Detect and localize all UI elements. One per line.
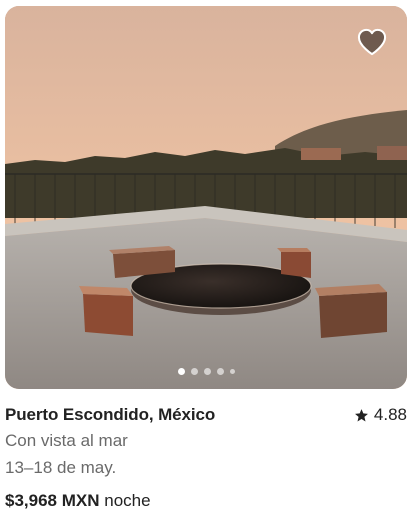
listing-photo[interactable] bbox=[5, 6, 407, 389]
listing-price-row: $3,968 MXN noche bbox=[5, 491, 151, 511]
carousel-dot[interactable] bbox=[216, 368, 224, 375]
star-icon bbox=[354, 408, 368, 421]
carousel-indicator bbox=[5, 368, 407, 375]
listing-header: Puerto Escondido, México 4.88 bbox=[5, 404, 407, 426]
carousel-dot[interactable] bbox=[177, 368, 185, 375]
listing-card[interactable]: Puerto Escondido, México 4.88 Con vista … bbox=[0, 0, 415, 527]
favorite-button[interactable] bbox=[357, 28, 387, 56]
price-unit: noche bbox=[104, 491, 151, 510]
heart-icon bbox=[357, 28, 387, 56]
listing-subtitle: Con vista al mar bbox=[5, 431, 128, 450]
listing-rating: 4.88 bbox=[354, 405, 407, 425]
carousel-dot[interactable] bbox=[229, 369, 235, 374]
listing-dates: 13–18 de may. bbox=[5, 458, 117, 477]
carousel-dot[interactable] bbox=[203, 368, 211, 375]
listing-price: $3,968 MXN bbox=[5, 491, 100, 510]
carousel-dot[interactable] bbox=[190, 368, 198, 375]
listing-title[interactable]: Puerto Escondido, México bbox=[5, 405, 215, 425]
listing-image bbox=[5, 6, 407, 389]
rating-value: 4.88 bbox=[373, 405, 407, 424]
